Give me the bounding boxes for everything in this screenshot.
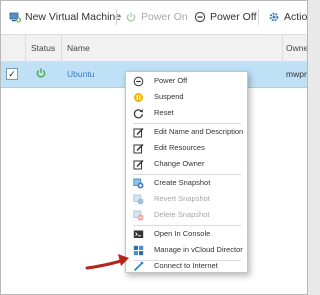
menu-item-reset[interactable]: Reset: [126, 106, 247, 120]
gear-icon: [268, 11, 280, 23]
vm-owner: mwpr: [286, 69, 307, 79]
column-header-owner[interactable]: Owne: [286, 43, 307, 53]
console-icon: [133, 229, 144, 240]
menu-item-label: Manage in vCloud Director: [154, 245, 243, 254]
actions-button[interactable]: Action: [268, 8, 308, 26]
snapshot-icon: [133, 194, 144, 205]
menu-item-change-owner[interactable]: Change Owner: [126, 157, 247, 171]
edit-icon: [133, 159, 144, 170]
menu-item-label: Power Off: [154, 76, 188, 85]
app-frame: New Virtual Machine Power On Power Off A…: [0, 0, 308, 295]
power-on-icon: [125, 11, 137, 23]
snapshot-icon: [133, 178, 144, 189]
menu-item-label: Delete Snapshot: [154, 210, 210, 219]
menu-separator: [133, 174, 241, 175]
power-on-button[interactable]: Power On: [125, 8, 188, 26]
toolbar-divider: [258, 9, 259, 25]
menu-item-create-snapshot[interactable]: Create Snapshot: [126, 176, 247, 190]
menu-item-label: Change Owner: [154, 159, 205, 168]
suspend-icon: [133, 92, 144, 103]
new-vm-button[interactable]: New Virtual Machine: [9, 8, 121, 26]
new-vm-icon: [9, 11, 21, 23]
column-header-status[interactable]: Status: [31, 43, 55, 53]
annotation-arrow-icon: [85, 254, 129, 270]
menu-item-label: Revert Snapshot: [154, 194, 210, 203]
column-divider: [25, 35, 26, 61]
vcloud-icon: [133, 245, 144, 256]
menu-item-power-off[interactable]: Power Off: [126, 74, 247, 88]
context-menu: Power Off Suspend Reset Edit Name and De…: [125, 71, 248, 273]
column-divider: [282, 35, 283, 61]
connect-icon: [133, 261, 144, 272]
menu-item-label: Suspend: [154, 92, 184, 101]
row-checkbox[interactable]: ✓: [6, 68, 18, 80]
menu-item-connect-internet[interactable]: Connect to Internet: [126, 261, 247, 272]
menu-item-open-console[interactable]: Open In Console: [126, 227, 247, 241]
power-off-icon: [133, 76, 144, 87]
power-off-label: Power Off: [210, 11, 257, 23]
new-vm-label: New Virtual Machine: [25, 11, 122, 23]
snapshot-icon: [133, 210, 144, 221]
menu-item-label: Edit Resources: [154, 143, 205, 152]
toolbar: New Virtual Machine Power On Power Off A…: [1, 1, 307, 31]
menu-item-label: Open In Console: [154, 229, 211, 238]
menu-item-revert-snapshot[interactable]: Revert Snapshot: [126, 192, 247, 206]
power-off-button[interactable]: Power Off: [194, 8, 257, 26]
menu-item-label: Reset: [154, 108, 174, 117]
column-divider: [61, 35, 62, 61]
menu-item-suspend[interactable]: Suspend: [126, 90, 247, 104]
menu-item-label: Connect to Internet: [154, 261, 218, 270]
menu-item-label: Edit Name and Description: [154, 127, 244, 136]
actions-label: Action: [284, 11, 308, 23]
table-header: Status Name Owne: [1, 34, 307, 62]
menu-item-delete-snapshot[interactable]: Delete Snapshot: [126, 208, 247, 222]
power-on-label: Power On: [141, 11, 188, 23]
menu-item-label: Create Snapshot: [154, 178, 211, 187]
toolbar-divider: [116, 9, 117, 25]
edit-icon: [133, 127, 144, 138]
column-header-name[interactable]: Name: [67, 43, 90, 53]
menu-separator: [133, 225, 241, 226]
menu-item-edit-name-description[interactable]: Edit Name and Description: [126, 125, 247, 139]
power-off-icon: [194, 11, 206, 23]
vm-name-link[interactable]: Ubuntu: [67, 69, 94, 79]
reset-icon: [133, 108, 144, 119]
menu-item-manage-vcloud-director[interactable]: Manage in vCloud Director: [126, 243, 247, 257]
powered-on-status-icon: [35, 67, 47, 81]
edit-icon: [133, 143, 144, 154]
menu-separator: [133, 123, 241, 124]
menu-item-edit-resources[interactable]: Edit Resources: [126, 141, 247, 155]
